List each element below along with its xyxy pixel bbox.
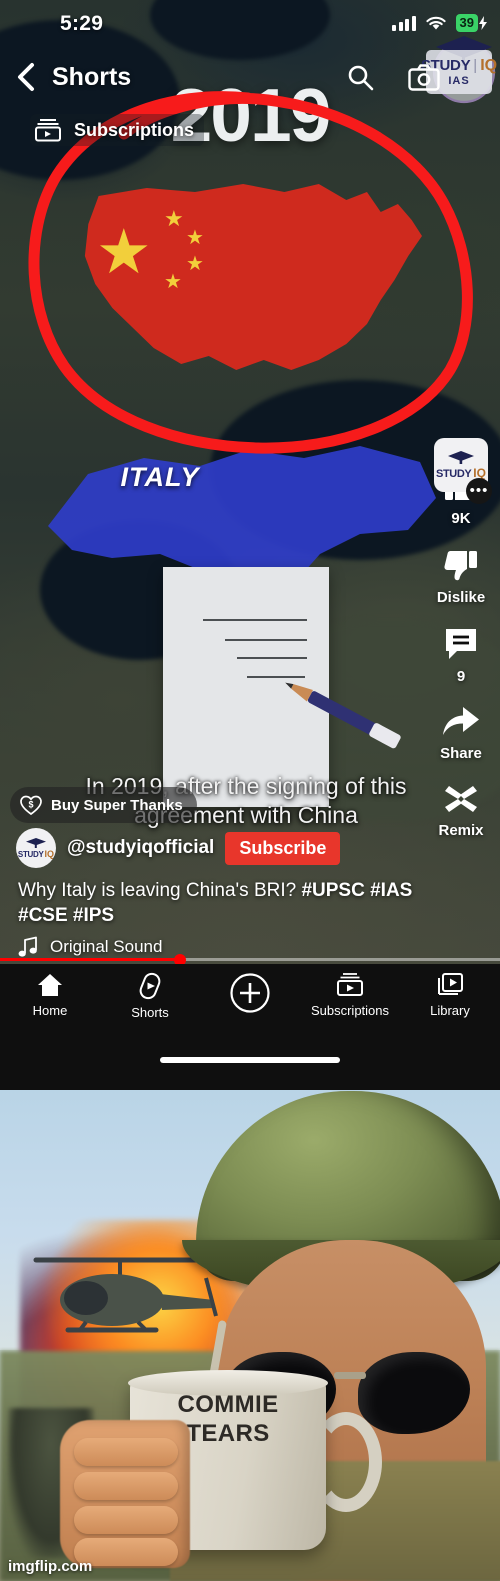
graduation-cap-icon [448, 451, 474, 464]
share-icon [443, 707, 479, 735]
channel-row: STUDY IQ @studyiqofficial Subscribe [16, 828, 341, 868]
china-flag-big-star: ★ [96, 218, 152, 287]
nav-item-create[interactable] [200, 972, 300, 1020]
screenshot-root: ITALY 2019 ★ ★ ★ ★ ★ 5:29 39 STUDY | IQ … [0, 0, 500, 1581]
china-flag-small-star: ★ [164, 271, 182, 293]
shorts-top-bar: Shorts [0, 52, 500, 102]
subscriptions-icon [337, 973, 363, 996]
remix-icon [445, 786, 477, 812]
subscriptions-feed-chip[interactable]: Subscriptions [30, 114, 205, 146]
like-count: 9K [451, 510, 471, 527]
china-flag-small-star: ★ [164, 206, 184, 231]
thumbs-down-icon [444, 551, 477, 581]
subscriptions-icon [35, 119, 61, 142]
sound-attribution-row[interactable]: Original Sound [18, 936, 162, 958]
channel-avatar-more-badge[interactable]: ••• [466, 478, 492, 504]
channel-handle[interactable]: @studyiqofficial [67, 837, 214, 859]
graduation-cap-icon [26, 838, 46, 848]
dislike-button[interactable]: Dislike [422, 547, 500, 606]
china-flag-small-star: ★ [186, 227, 204, 249]
super-thanks-heart-dollar-icon: $ [20, 795, 42, 816]
nav-label-home: Home [32, 1003, 68, 1018]
share-label: Share [440, 745, 482, 762]
china-flag-small-star: ★ [186, 253, 204, 275]
nav-item-home[interactable]: Home [0, 972, 100, 1020]
sunglasses-right-lens [358, 1352, 470, 1434]
youtube-shorts-screenshot: ITALY 2019 ★ ★ ★ ★ ★ 5:29 39 STUDY | IQ … [0, 0, 500, 1090]
super-thanks-label: Buy Super Thanks [51, 796, 183, 814]
camera-icon[interactable] [408, 63, 440, 91]
svg-text:$: $ [28, 800, 33, 810]
channel-avatar-study-text: STUDY [17, 850, 44, 859]
home-icon [38, 974, 62, 996]
video-progress-bar[interactable] [0, 953, 500, 966]
buy-super-thanks-button[interactable]: $ Buy Super Thanks [10, 787, 197, 823]
comment-count: 9 [456, 668, 466, 685]
library-icon [438, 973, 463, 995]
back-button[interactable] [0, 52, 52, 102]
hand-finger [74, 1506, 178, 1534]
subscriptions-chip-label: Subscriptions [74, 119, 195, 140]
comment-icon [446, 629, 476, 659]
nav-label-library: Library [430, 1003, 470, 1018]
commie-tears-meme-image: COMMIE TEARS imgflip.com [0, 1090, 500, 1581]
italy-map-label: ITALY [120, 462, 200, 492]
imgflip-watermark: imgflip.com [8, 1558, 93, 1575]
comment-button[interactable]: 9 [422, 626, 500, 685]
channel-avatar[interactable]: STUDY IQ [16, 828, 56, 868]
status-time: 5:29 [60, 12, 104, 35]
shorts-icon [139, 972, 161, 1000]
sunglasses-bridge [334, 1372, 366, 1379]
nav-item-shorts[interactable]: Shorts [100, 972, 200, 1020]
sound-label: Original Sound [50, 937, 163, 956]
nav-item-subscriptions[interactable]: Subscriptions [300, 972, 400, 1020]
dislike-label: Dislike [436, 589, 486, 606]
mug-caption-line-1: COMMIE [177, 1391, 279, 1418]
video-title[interactable]: Why Italy is leaving China's BRI? #UPSC … [18, 878, 418, 928]
nav-label-subscriptions: Subscriptions [310, 1003, 390, 1018]
hand-finger [74, 1438, 178, 1466]
video-title-plain: Why Italy is leaving China's BRI? [18, 880, 302, 901]
nav-label-shorts: Shorts [131, 1005, 169, 1020]
channel-avatar-iq-text: IQ [44, 849, 55, 859]
back-chevron-icon [18, 63, 34, 91]
page-title: Shorts [52, 62, 132, 91]
search-icon[interactable] [346, 63, 374, 91]
share-button[interactable]: Share [422, 705, 500, 762]
subscribe-button[interactable]: Subscribe [225, 831, 341, 865]
hand-finger [74, 1472, 178, 1500]
nav-item-library[interactable]: Library [400, 972, 500, 1020]
progress-fill [0, 958, 180, 961]
bottom-navigation-bar: Home Shorts Subscriptions Library [0, 964, 500, 1090]
rail-avatar-study-text: STUDY [436, 468, 472, 480]
home-indicator [160, 1057, 340, 1063]
create-plus-icon [230, 973, 270, 1013]
music-note-icon [18, 936, 37, 957]
